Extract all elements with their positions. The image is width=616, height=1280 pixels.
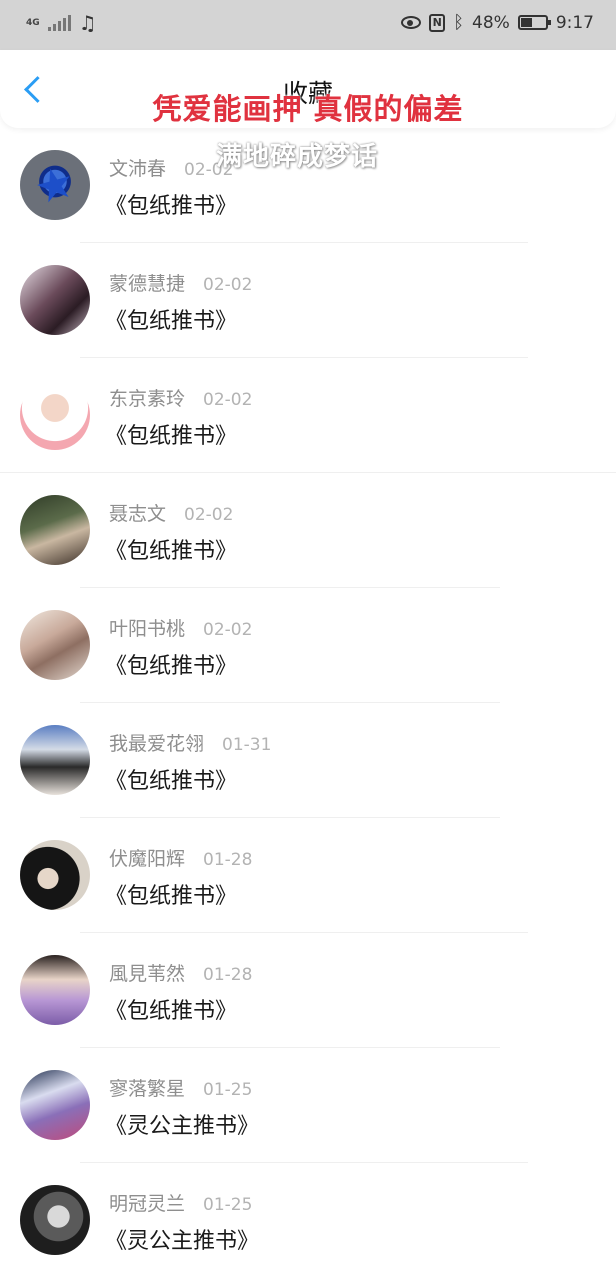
book-list-title[interactable]: 《灵公主推书》 <box>105 1108 259 1140</box>
user-name[interactable]: 寥落繁星 <box>109 1074 185 1101</box>
item-date: 01-25 <box>203 1080 253 1100</box>
avatar[interactable] <box>20 1185 90 1255</box>
header-bar: 收藏 凭爱能画押 真假的偏差 <box>0 50 616 128</box>
user-name[interactable]: 伏魔阳辉 <box>109 844 185 871</box>
item-meta: 聂志文 02-02 <box>109 499 233 526</box>
avatar[interactable] <box>20 840 90 910</box>
book-list-title[interactable]: 《包纸推书》 <box>105 648 237 680</box>
book-list-title[interactable]: 《包纸推书》 <box>105 993 237 1025</box>
book-list-title[interactable]: 《包纸推书》 <box>105 418 237 450</box>
status-left: 4G ♫ <box>26 13 97 33</box>
avatar[interactable] <box>20 380 90 450</box>
lyric-overlay-line2: 满地碎成梦话 <box>216 142 379 172</box>
avatar[interactable] <box>20 495 90 565</box>
book-list-title[interactable]: 《包纸推书》 <box>105 303 237 335</box>
user-name[interactable]: 風見苇然 <box>109 959 185 986</box>
avatar[interactable] <box>20 725 90 795</box>
user-name[interactable]: 东京素玲 <box>109 384 185 411</box>
list-item[interactable]: 明冠灵兰 01-25 《灵公主推书》 <box>0 1163 616 1278</box>
user-name[interactable]: 聂志文 <box>109 499 166 526</box>
battery-icon <box>517 15 551 30</box>
list-item[interactable]: 聂志文 02-02 《包纸推书》 <box>0 473 616 588</box>
list-item[interactable]: 我最爱花翎 01-31 《包纸推书》 <box>0 703 616 818</box>
avatar[interactable]: ★ <box>20 150 90 220</box>
clock: 9:17 <box>555 12 594 33</box>
book-list-title[interactable]: 《包纸推书》 <box>105 763 237 795</box>
book-list-title[interactable]: 《包纸推书》 <box>105 533 237 565</box>
status-right: N ᛒ 48% 9:17 <box>401 12 594 33</box>
user-name[interactable]: 明冠灵兰 <box>109 1189 185 1216</box>
battery-percent: 48% <box>472 12 510 33</box>
avatar[interactable] <box>20 955 90 1025</box>
list-item[interactable]: 蒙德慧捷 02-02 《包纸推书》 <box>0 243 616 358</box>
book-list-title[interactable]: 《灵公主推书》 <box>105 1223 259 1255</box>
avatar[interactable] <box>20 610 90 680</box>
user-name[interactable]: 蒙德慧捷 <box>109 269 185 296</box>
user-name[interactable]: 叶阳书桃 <box>109 614 185 641</box>
item-date: 01-31 <box>222 735 272 755</box>
signal-strength-icon <box>47 15 71 31</box>
item-meta: 叶阳书桃 02-02 <box>109 614 252 641</box>
item-date: 02-02 <box>184 505 234 525</box>
item-meta: 明冠灵兰 01-25 <box>109 1189 252 1216</box>
star-icon: ★ <box>29 155 81 215</box>
item-date: 02-02 <box>203 275 253 295</box>
music-note-icon: ♫ <box>78 11 97 35</box>
item-meta: 寥落繁星 01-25 <box>109 1074 252 1101</box>
item-meta: 文沛春 02-02 <box>109 154 233 181</box>
list-item[interactable]: 伏魔阳辉 01-28 《包纸推书》 <box>0 818 616 933</box>
user-name[interactable]: 文沛春 <box>109 154 166 181</box>
list-item[interactable]: 寥落繁星 01-25 《灵公主推书》 <box>0 1048 616 1163</box>
list-item[interactable]: 風見苇然 01-28 《包纸推书》 <box>0 933 616 1048</box>
network-type: 4G <box>26 17 40 28</box>
book-list-title[interactable]: 《包纸推书》 <box>105 188 237 220</box>
list-item[interactable]: 东京素玲 02-02 《包纸推书》 <box>0 358 616 473</box>
item-date: 01-28 <box>203 850 253 870</box>
item-date: 01-28 <box>203 965 253 985</box>
eye-icon <box>401 16 422 29</box>
item-meta: 东京素玲 02-02 <box>109 384 252 411</box>
favorites-list: ★ 文沛春 02-02 《包纸推书》 蒙德慧捷 02-02 《包纸推书》 东京素玲 02-02 《… <box>0 128 616 1278</box>
avatar[interactable] <box>20 1070 90 1140</box>
avatar[interactable] <box>20 265 90 335</box>
lyric-overlay-line1: 凭爱能画押 真假的偏差 <box>152 92 464 126</box>
status-bar: 4G ♫ N ᛒ 48% 9:17 <box>0 0 616 50</box>
item-meta: 風見苇然 01-28 <box>109 959 252 986</box>
bluetooth-icon: ᛒ <box>453 12 465 33</box>
item-meta: 蒙德慧捷 02-02 <box>109 269 252 296</box>
nfc-icon: N <box>429 13 446 32</box>
item-meta: 伏魔阳辉 01-28 <box>109 844 252 871</box>
item-date: 02-02 <box>203 620 253 640</box>
item-date: 02-02 <box>203 390 253 410</box>
user-name[interactable]: 我最爱花翎 <box>109 729 204 756</box>
list-item[interactable]: 叶阳书桃 02-02 《包纸推书》 <box>0 588 616 703</box>
item-meta: 我最爱花翎 01-31 <box>109 729 271 756</box>
item-date: 01-25 <box>203 1195 253 1215</box>
book-list-title[interactable]: 《包纸推书》 <box>105 878 237 910</box>
battery-fill <box>520 18 533 27</box>
